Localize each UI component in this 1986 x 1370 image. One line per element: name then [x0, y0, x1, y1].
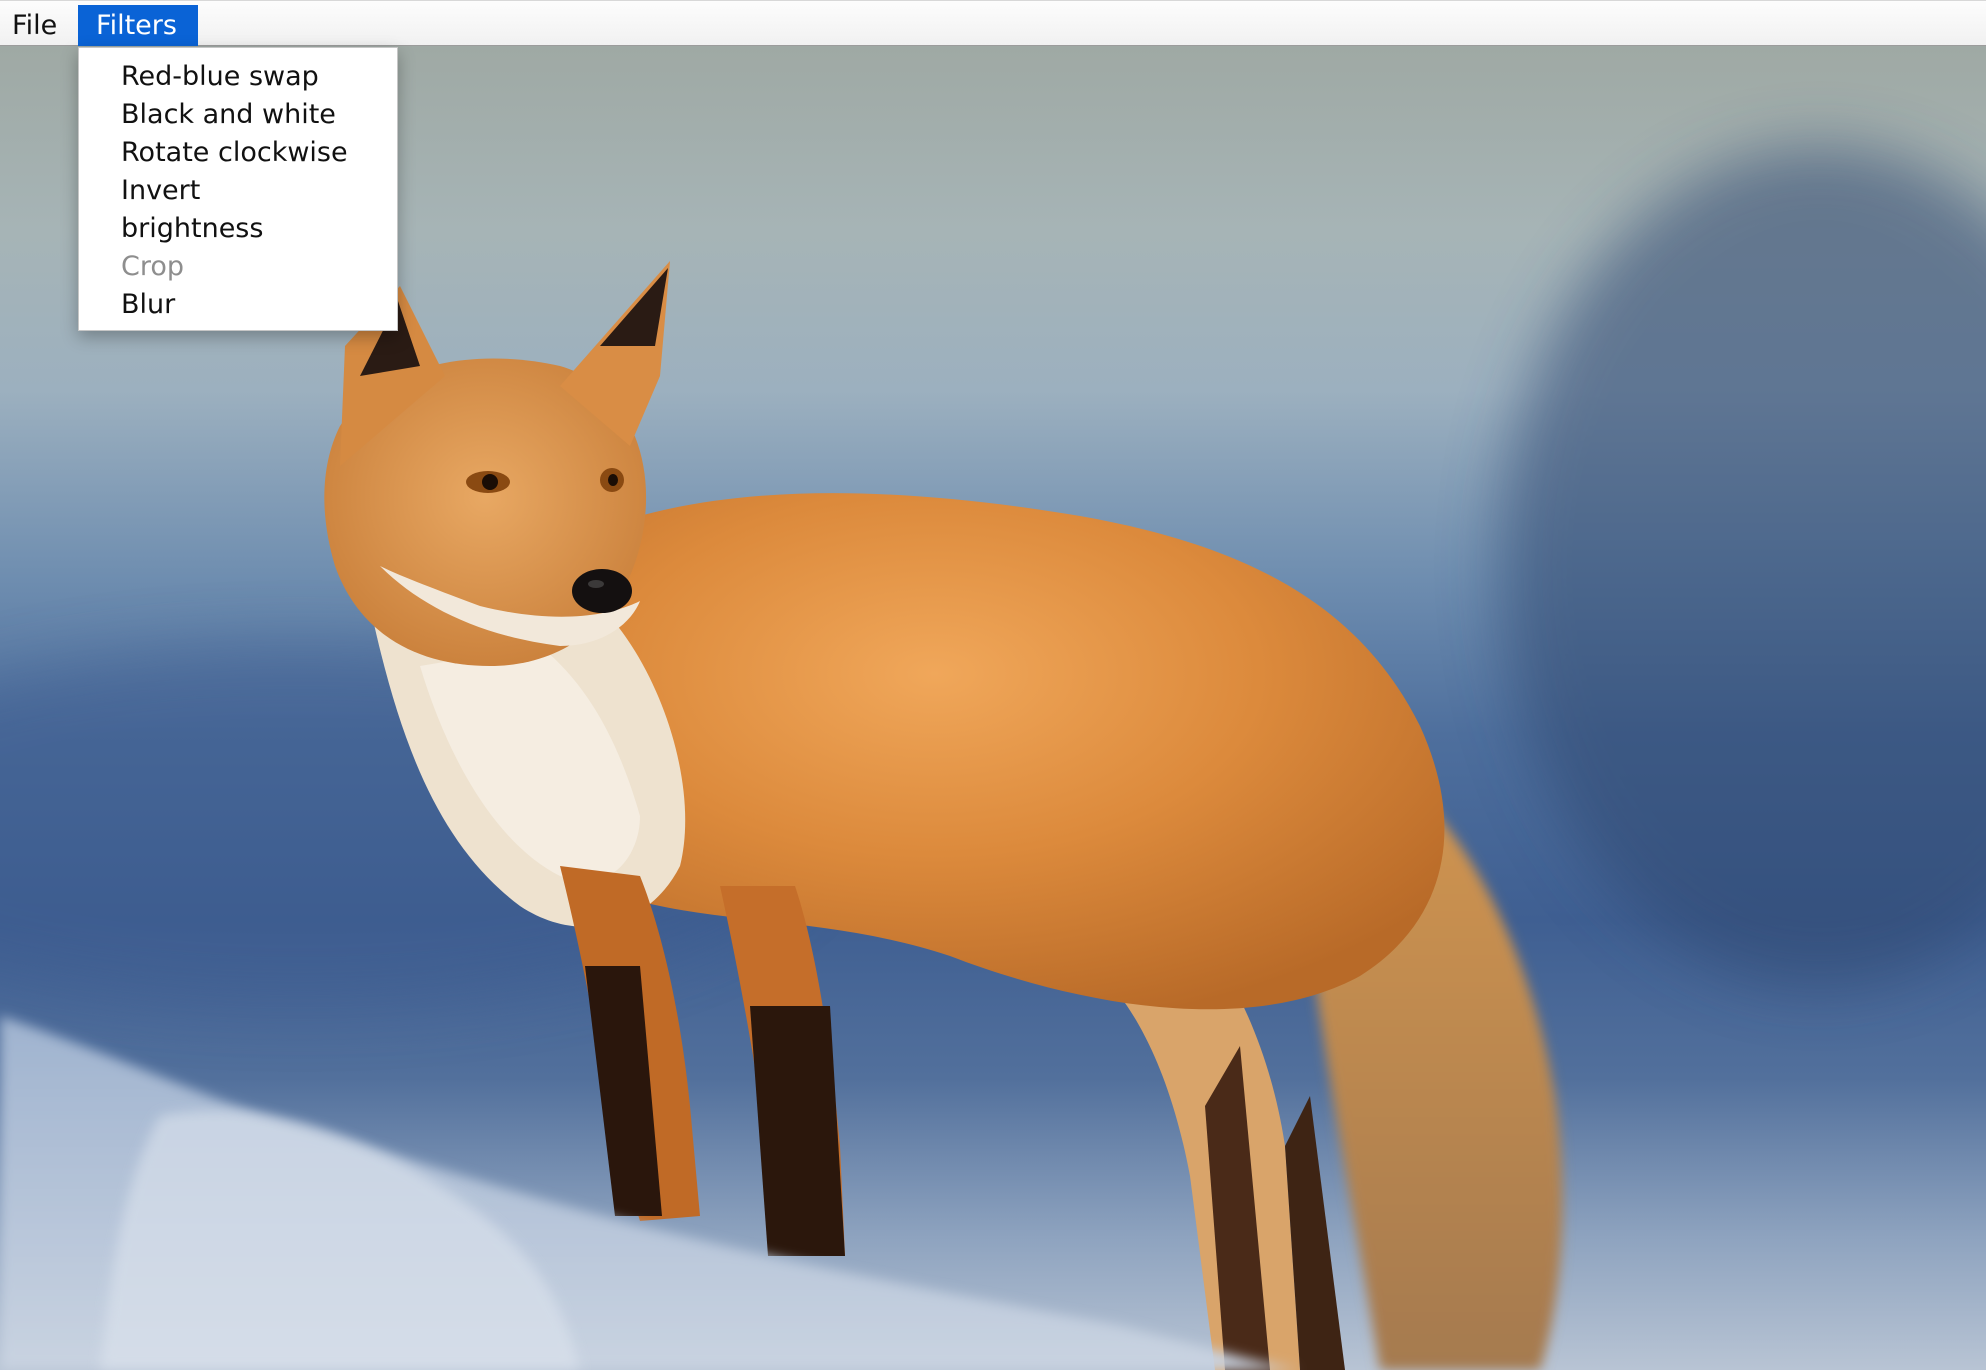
filters-dropdown-menu: Red-blue swap Black and white Rotate clo… [78, 47, 398, 331]
menubar: File Filters [0, 0, 1986, 46]
menu-item-invert[interactable]: Invert [79, 172, 397, 210]
menu-item-crop: Crop [121, 251, 185, 282]
menu-item-brightness[interactable]: brightness [79, 210, 397, 248]
menu-filters[interactable]: Filters [78, 5, 198, 46]
menu-item-black-and-white[interactable]: Black and white [79, 96, 397, 134]
menu-file[interactable]: File [0, 5, 76, 46]
menu-item-red-blue-swap[interactable]: Red-blue swap [79, 58, 397, 96]
menu-item-rotate-clockwise[interactable]: Rotate clockwise [79, 134, 397, 172]
app-window: File Filters Red-blue swap Black and whi… [0, 0, 1986, 1370]
menu-item-blur[interactable]: Blur [79, 286, 397, 324]
